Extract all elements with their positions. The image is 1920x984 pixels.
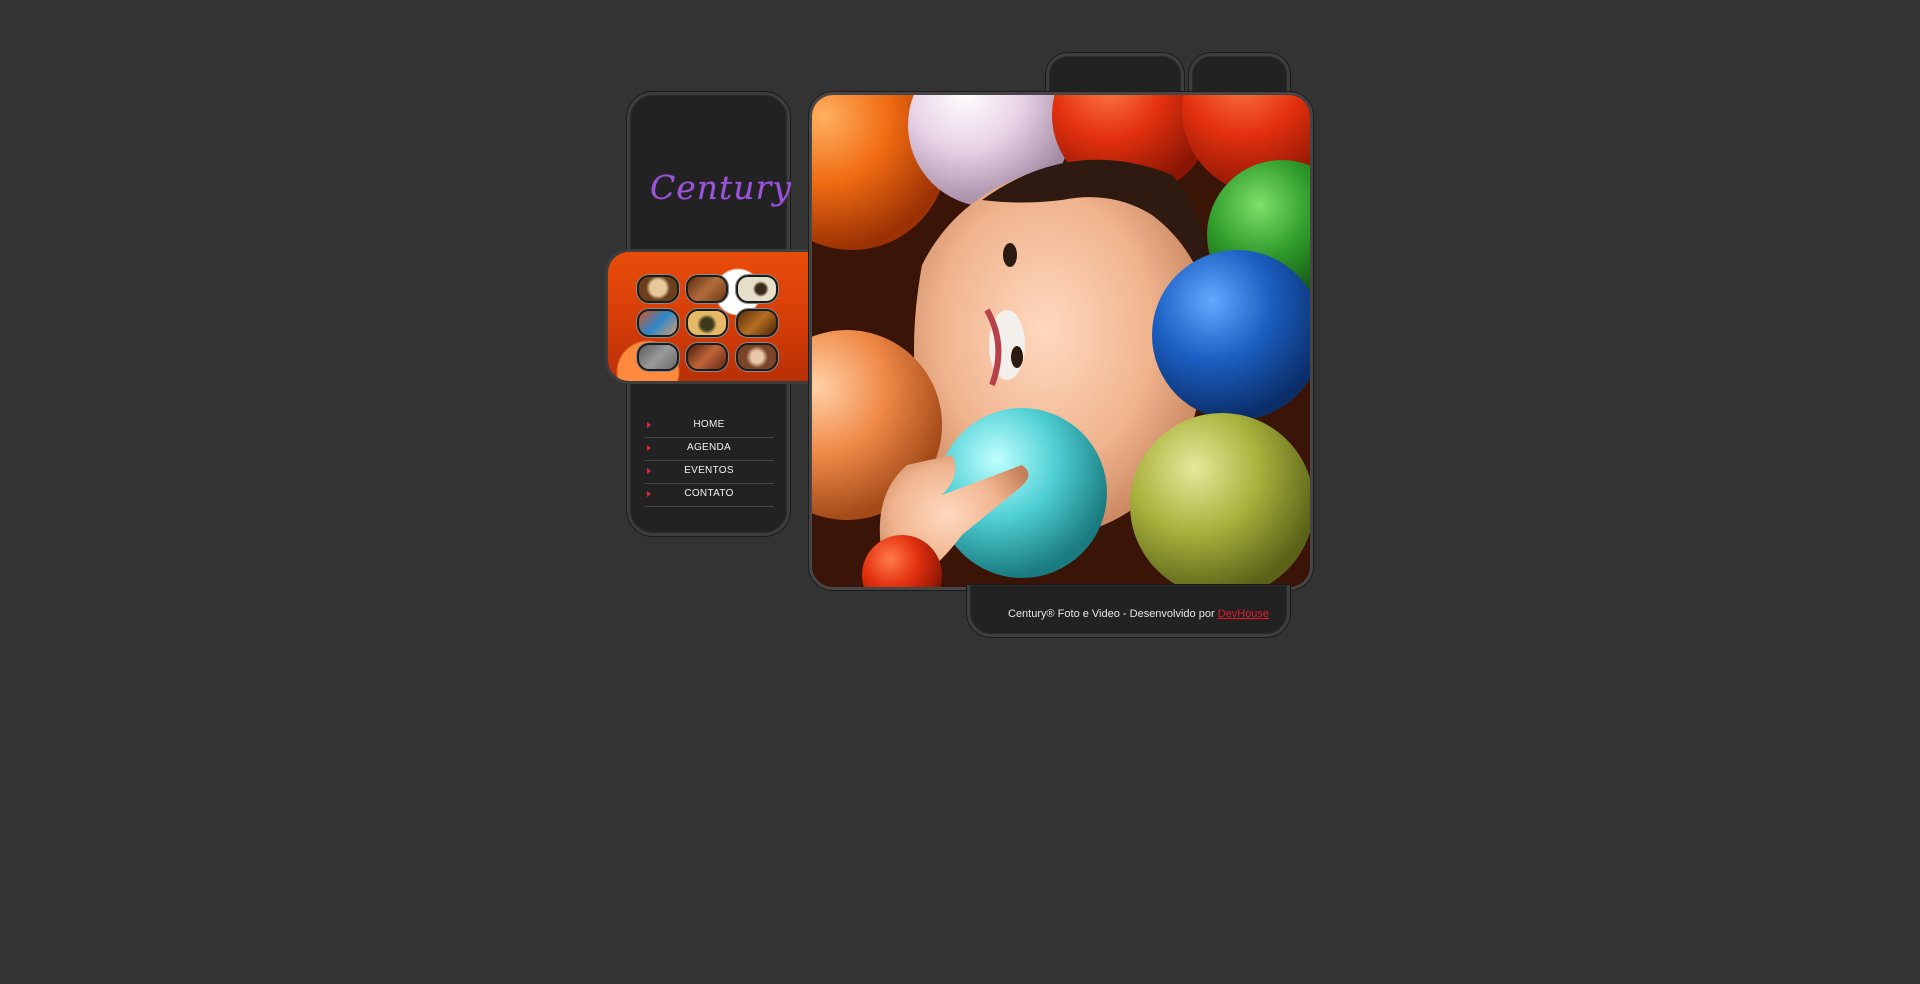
gallery-thumbnail[interactable] bbox=[736, 309, 778, 337]
nav-item-label: CONTATO bbox=[684, 488, 734, 499]
nav-item-contato[interactable]: CONTATO bbox=[644, 484, 774, 507]
nav-item-home[interactable]: HOME bbox=[644, 415, 774, 438]
nav-item-label: EVENTOS bbox=[684, 465, 734, 476]
hero-photo bbox=[809, 92, 1313, 590]
nav-item-label: AGENDA bbox=[686, 442, 732, 453]
gallery-thumbnail[interactable] bbox=[637, 275, 679, 303]
nav-item-agenda[interactable]: AGENDA bbox=[644, 438, 774, 461]
thumbnail-gallery bbox=[605, 249, 810, 384]
gallery-thumbnail[interactable] bbox=[686, 343, 728, 371]
gallery-thumbnail[interactable] bbox=[637, 309, 679, 337]
gallery-thumbnail[interactable] bbox=[637, 343, 679, 371]
footer-copyright: Century® Foto e Video - Desenvolvido por bbox=[1008, 608, 1218, 620]
gallery-thumbnail[interactable] bbox=[686, 275, 728, 303]
nav-item-label: HOME bbox=[693, 419, 725, 430]
developer-link[interactable]: DevHouse bbox=[1218, 608, 1269, 620]
nav-item-eventos[interactable]: EVENTOS bbox=[644, 461, 774, 484]
gallery-thumbnail[interactable] bbox=[686, 309, 728, 337]
hero-photo-illustration bbox=[812, 95, 1310, 587]
gallery-thumbnail[interactable] bbox=[736, 275, 778, 303]
gallery-thumbnail[interactable] bbox=[736, 343, 778, 371]
site-logo[interactable]: Century bbox=[650, 168, 791, 218]
footer: Century® Foto e Video - Desenvolvido por… bbox=[1008, 608, 1278, 620]
